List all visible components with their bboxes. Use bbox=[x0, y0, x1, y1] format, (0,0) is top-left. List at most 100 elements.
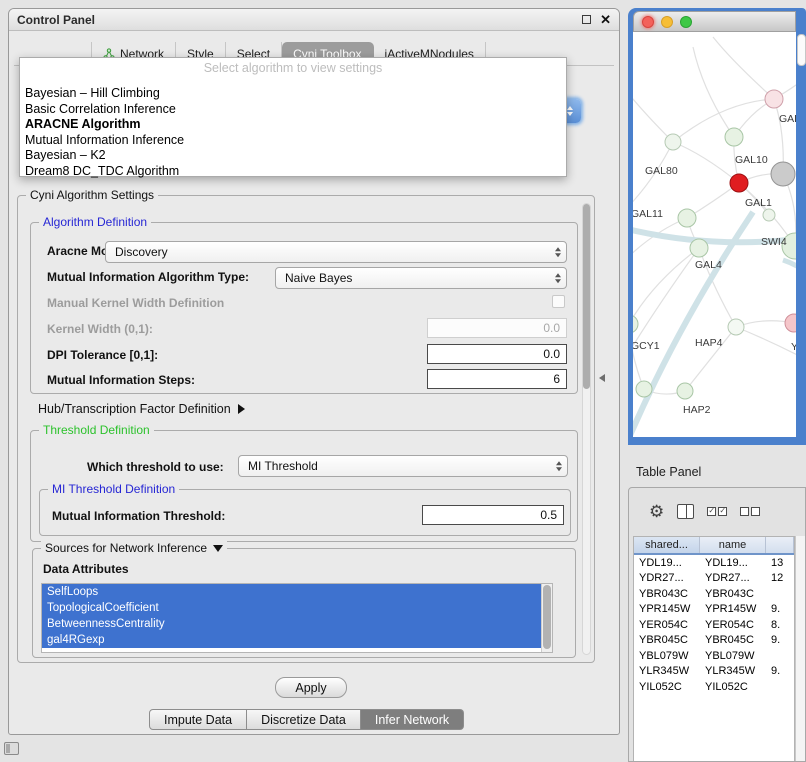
group-legend: Cyni Algorithm Settings bbox=[26, 188, 158, 202]
network-node[interactable] bbox=[636, 381, 652, 397]
tab-infer-network[interactable]: Infer Network bbox=[361, 709, 464, 730]
table-row[interactable]: YBL079WYBL079W bbox=[634, 648, 794, 664]
panel-collapse-arrow-icon[interactable] bbox=[599, 374, 605, 382]
menu-item[interactable]: Bayesian – Hill Climbing bbox=[20, 86, 566, 102]
scrollbar-thumb[interactable] bbox=[583, 204, 590, 389]
network-svg: GALGAL80GAL10GAL11GAL1SWI4GAL4GCY1HAP4YH… bbox=[633, 32, 796, 437]
network-canvas[interactable]: GALGAL80GAL10GAL11GAL1SWI4GAL4GCY1HAP4YH… bbox=[633, 32, 796, 437]
table-row[interactable]: YPR145WYPR145W9. bbox=[634, 602, 794, 618]
settings-scrollbar[interactable] bbox=[582, 203, 591, 655]
table-row[interactable]: YER054CYER054C8. bbox=[634, 617, 794, 633]
menu-item[interactable]: Bayesian – K2 bbox=[20, 148, 566, 164]
window-title: Control Panel bbox=[17, 13, 95, 27]
list-scrollbar[interactable] bbox=[541, 584, 552, 652]
dpi-tolerance-label: DPI Tolerance [0,1]: bbox=[47, 348, 158, 362]
table-row[interactable]: YIL052CYIL052C bbox=[634, 679, 794, 695]
list-item[interactable]: TopologicalCoefficient bbox=[42, 600, 541, 616]
column-selector-icon[interactable] bbox=[677, 504, 694, 519]
network-node-label: GAL bbox=[779, 113, 796, 125]
zoom-traffic-light-icon[interactable] bbox=[680, 16, 692, 28]
network-node[interactable] bbox=[765, 90, 783, 108]
network-node[interactable] bbox=[665, 134, 681, 150]
table-row[interactable]: YBR045CYBR045C9. bbox=[634, 633, 794, 649]
data-attributes-list: SelfLoops TopologicalCoefficient Between… bbox=[41, 583, 553, 653]
list-item[interactable]: BetweennessCentrality bbox=[42, 616, 541, 632]
mi-threshold-definition-group: MI Threshold Definition Mutual Informati… bbox=[39, 489, 571, 536]
hub-transcription-factor-section[interactable]: Hub/Transcription Factor Definition bbox=[38, 402, 245, 416]
which-threshold-select[interactable]: MI Threshold bbox=[238, 455, 568, 477]
minimize-traffic-light-icon[interactable] bbox=[661, 16, 673, 28]
mi-algorithm-type-select[interactable]: Naive Bayes bbox=[275, 267, 567, 289]
network-node[interactable] bbox=[763, 209, 775, 221]
network-edge[interactable] bbox=[633, 324, 644, 389]
sources-group: Sources for Network Inference Data Attri… bbox=[32, 548, 576, 658]
table-vertical-scrollbar[interactable] bbox=[795, 536, 805, 761]
network-edge[interactable] bbox=[713, 37, 774, 99]
list-item[interactable]: gal4RGexp bbox=[42, 632, 541, 648]
aracne-mode-select[interactable]: Discovery bbox=[105, 241, 567, 263]
tab-discretize-data[interactable]: Discretize Data bbox=[247, 709, 361, 730]
network-node[interactable] bbox=[690, 239, 708, 257]
network-node[interactable] bbox=[725, 128, 743, 146]
menu-item[interactable]: Dream8 DC_TDC Algorithm bbox=[20, 164, 566, 180]
mi-steps-label: Mutual Information Steps: bbox=[47, 373, 195, 387]
menu-item[interactable]: Mutual Information Inference bbox=[20, 133, 566, 149]
sources-legend[interactable]: Sources for Network Inference bbox=[41, 541, 227, 555]
deselect-all-icon[interactable] bbox=[740, 507, 760, 516]
table-row[interactable]: YBR043CYBR043C bbox=[634, 586, 794, 602]
table-row[interactable]: YLR345WYLR345W9. bbox=[634, 664, 794, 680]
control-panel-titlebar[interactable]: Control Panel ✕ bbox=[9, 9, 619, 31]
network-edge[interactable] bbox=[673, 142, 739, 183]
network-edge[interactable] bbox=[783, 260, 796, 272]
column-header[interactable] bbox=[766, 537, 794, 553]
data-attributes-label: Data Attributes bbox=[43, 562, 129, 576]
cyni-algorithm-settings-group: Cyni Algorithm Settings Algorithm Defini… bbox=[17, 195, 595, 663]
manual-kernel-width-label: Manual Kernel Width Definition bbox=[47, 296, 224, 310]
group-legend: MI Threshold Definition bbox=[48, 482, 179, 496]
network-node[interactable] bbox=[730, 174, 748, 192]
dpi-tolerance-field[interactable]: 0.0 bbox=[427, 344, 567, 364]
gear-icon[interactable]: ⚙ bbox=[649, 503, 664, 520]
close-traffic-light-icon[interactable] bbox=[642, 16, 654, 28]
column-header[interactable]: name bbox=[700, 537, 766, 553]
network-edge[interactable] bbox=[633, 87, 673, 142]
combo-arrows-icon bbox=[555, 247, 561, 257]
expand-right-icon[interactable] bbox=[238, 404, 245, 414]
hub-section-label: Hub/Transcription Factor Definition bbox=[38, 402, 231, 416]
column-header[interactable]: shared... bbox=[634, 537, 700, 553]
network-node[interactable] bbox=[677, 383, 693, 399]
mi-steps-field[interactable]: 6 bbox=[427, 369, 567, 389]
menu-item-selected[interactable]: ARACNE Algorithm bbox=[20, 117, 566, 133]
network-edge[interactable] bbox=[736, 327, 796, 362]
network-node[interactable] bbox=[728, 319, 744, 335]
network-edge[interactable] bbox=[633, 142, 673, 212]
network-vertical-scrollbar[interactable] bbox=[797, 34, 806, 66]
combo-arrows-icon bbox=[555, 273, 561, 283]
bottom-tab-bar: Impute Data Discretize Data Infer Networ… bbox=[149, 709, 464, 730]
menu-item[interactable]: Basic Correlation Inference bbox=[20, 102, 566, 118]
list-item[interactable]: SelfLoops bbox=[42, 584, 541, 600]
select-all-icon[interactable]: ✓ ✓ bbox=[707, 507, 727, 516]
mi-threshold-field[interactable]: 0.5 bbox=[422, 505, 564, 525]
scrollbar-thumb[interactable] bbox=[543, 585, 551, 649]
tab-impute-data[interactable]: Impute Data bbox=[149, 709, 247, 730]
table-row[interactable]: YDR27...YDR27...12 bbox=[634, 571, 794, 587]
selected-value: Discovery bbox=[115, 245, 168, 259]
combo-arrows-icon bbox=[556, 461, 562, 471]
dropdown-prompt: Select algorithm to view settings bbox=[20, 61, 566, 78]
collapse-down-icon[interactable] bbox=[213, 545, 223, 552]
network-window-titlebar[interactable] bbox=[633, 11, 796, 32]
sources-legend-label: Sources for Network Inference bbox=[45, 541, 207, 555]
network-node[interactable] bbox=[678, 209, 696, 227]
network-node[interactable] bbox=[771, 162, 795, 186]
network-node-label: GAL10 bbox=[735, 154, 768, 166]
network-node[interactable] bbox=[785, 314, 796, 332]
table-row[interactable]: YDL19...YDL19...13 bbox=[634, 555, 794, 571]
close-icon[interactable]: ✕ bbox=[600, 13, 611, 26]
collapsed-panel-icon[interactable] bbox=[4, 742, 19, 755]
apply-button[interactable]: Apply bbox=[275, 677, 347, 698]
float-window-icon[interactable] bbox=[582, 15, 591, 24]
dropdown-options: Bayesian – Hill Climbing Basic Correlati… bbox=[20, 86, 566, 179]
network-node[interactable] bbox=[633, 315, 638, 333]
table-toolbar: ⚙ ✓ ✓ bbox=[629, 488, 805, 534]
